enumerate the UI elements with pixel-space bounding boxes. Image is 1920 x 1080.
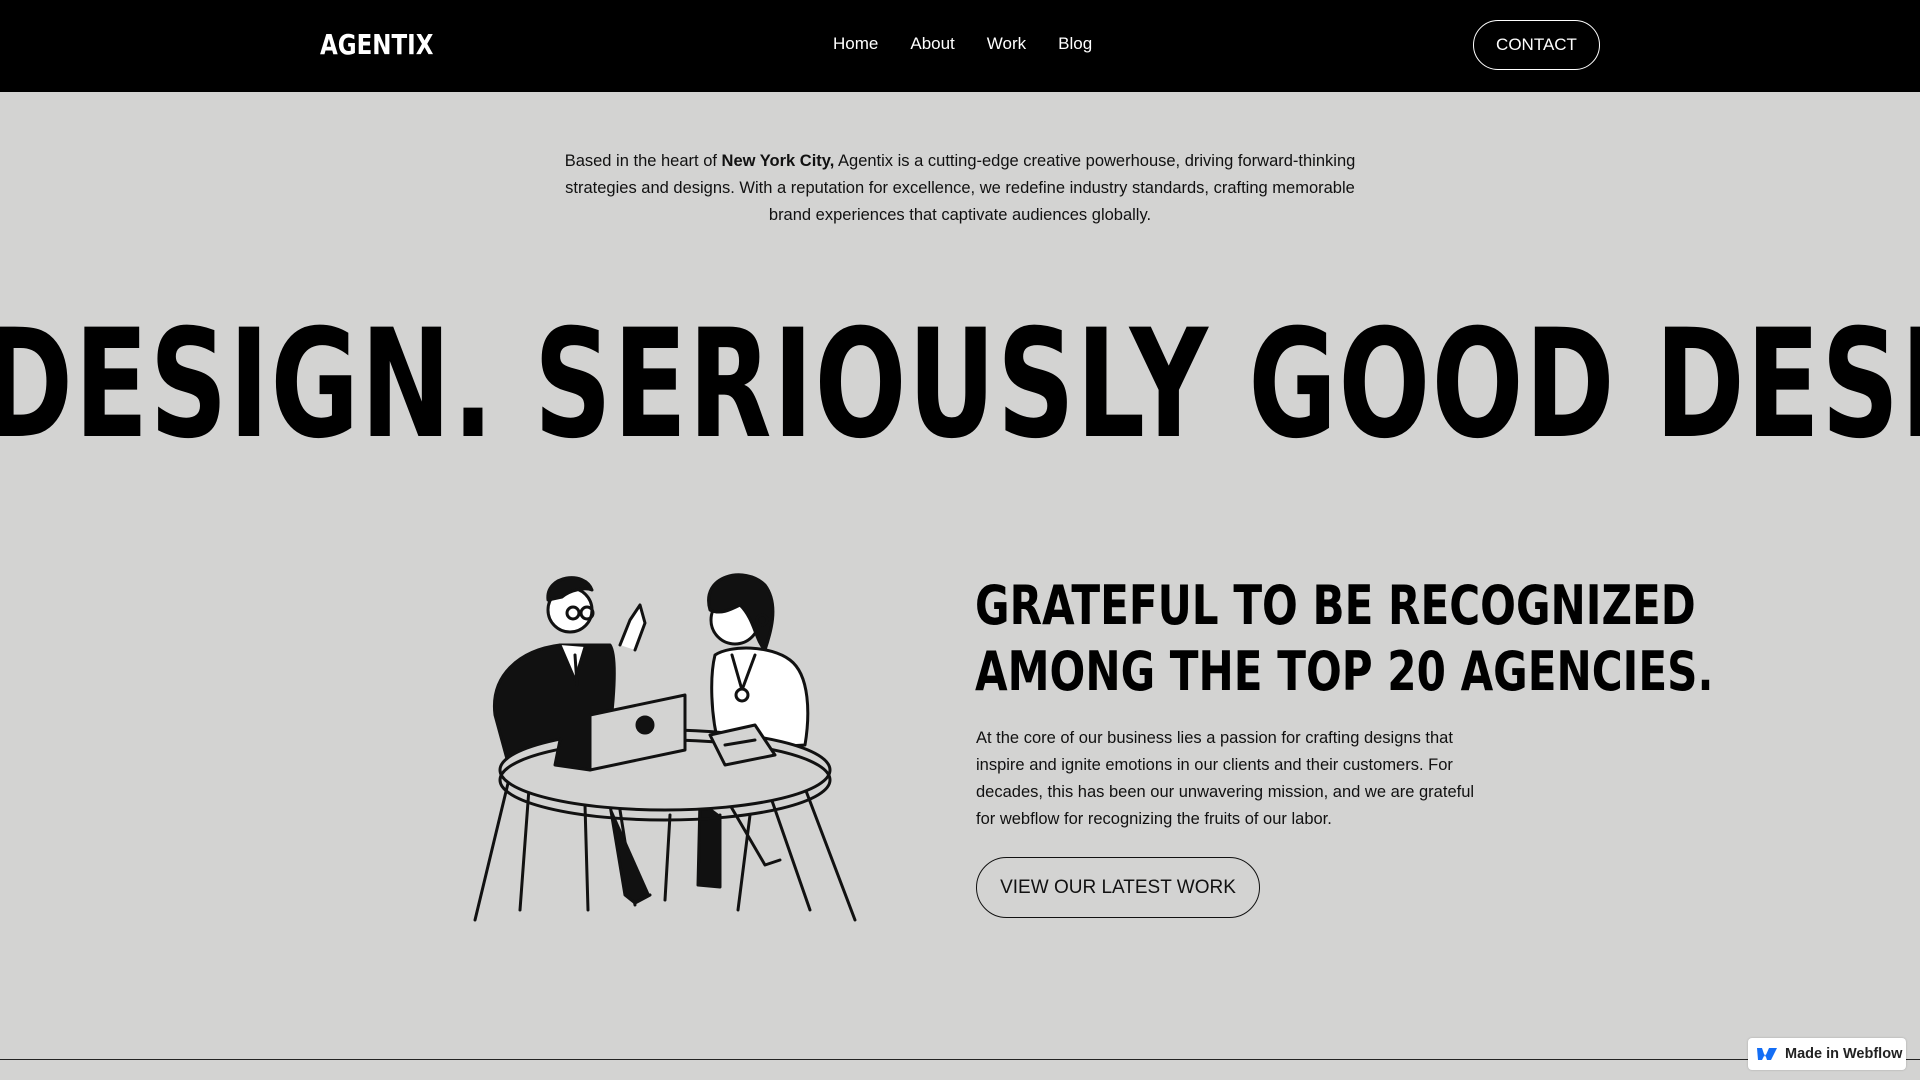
badge-label: Made in Webflow: [1785, 1046, 1903, 1062]
webflow-icon: [1757, 1048, 1777, 1060]
nav-link-blog[interactable]: Blog: [1058, 34, 1092, 54]
section-divider: [0, 1059, 1920, 1060]
award-description: At the core of our business lies a passi…: [976, 729, 1475, 828]
view-latest-work-button[interactable]: VIEW OUR LATEST WORK: [976, 857, 1260, 918]
contact-button[interactable]: CONTACT: [1473, 20, 1600, 70]
intro-highlight: New York City,: [721, 152, 835, 170]
award-heading: GRATEFUL TO BE RECOGNIZED AMONG THE TOP …: [975, 573, 1714, 705]
nav-link-home[interactable]: Home: [833, 34, 878, 54]
intro-paragraph: Based in the heart of New York City, Age…: [560, 148, 1360, 229]
intro-prefix: Based in the heart of: [564, 152, 722, 170]
award-heading-line-1: GRATEFUL TO BE RECOGNIZED: [975, 574, 1696, 637]
nav-link-work[interactable]: Work: [987, 34, 1026, 54]
main-nav: Home About Work Blog: [833, 34, 1092, 54]
marquee-text: OD DESIGN. SERIOUSLY GOOD DESIGN. SERIOU…: [0, 300, 1920, 470]
nav-link-about[interactable]: About: [910, 34, 954, 54]
team-meeting-illustration: [473, 573, 857, 922]
logo[interactable]: AGENTIX: [320, 28, 433, 61]
made-in-webflow-badge[interactable]: Made in Webflow: [1748, 1038, 1906, 1070]
marquee-banner: OD DESIGN. SERIOUSLY GOOD DESIGN. SERIOU…: [0, 300, 1920, 470]
navbar: AGENTIX Home About Work Blog CONTACT: [0, 0, 1920, 92]
award-heading-line-2: AMONG THE TOP 20 AGENCIES.: [975, 640, 1714, 703]
